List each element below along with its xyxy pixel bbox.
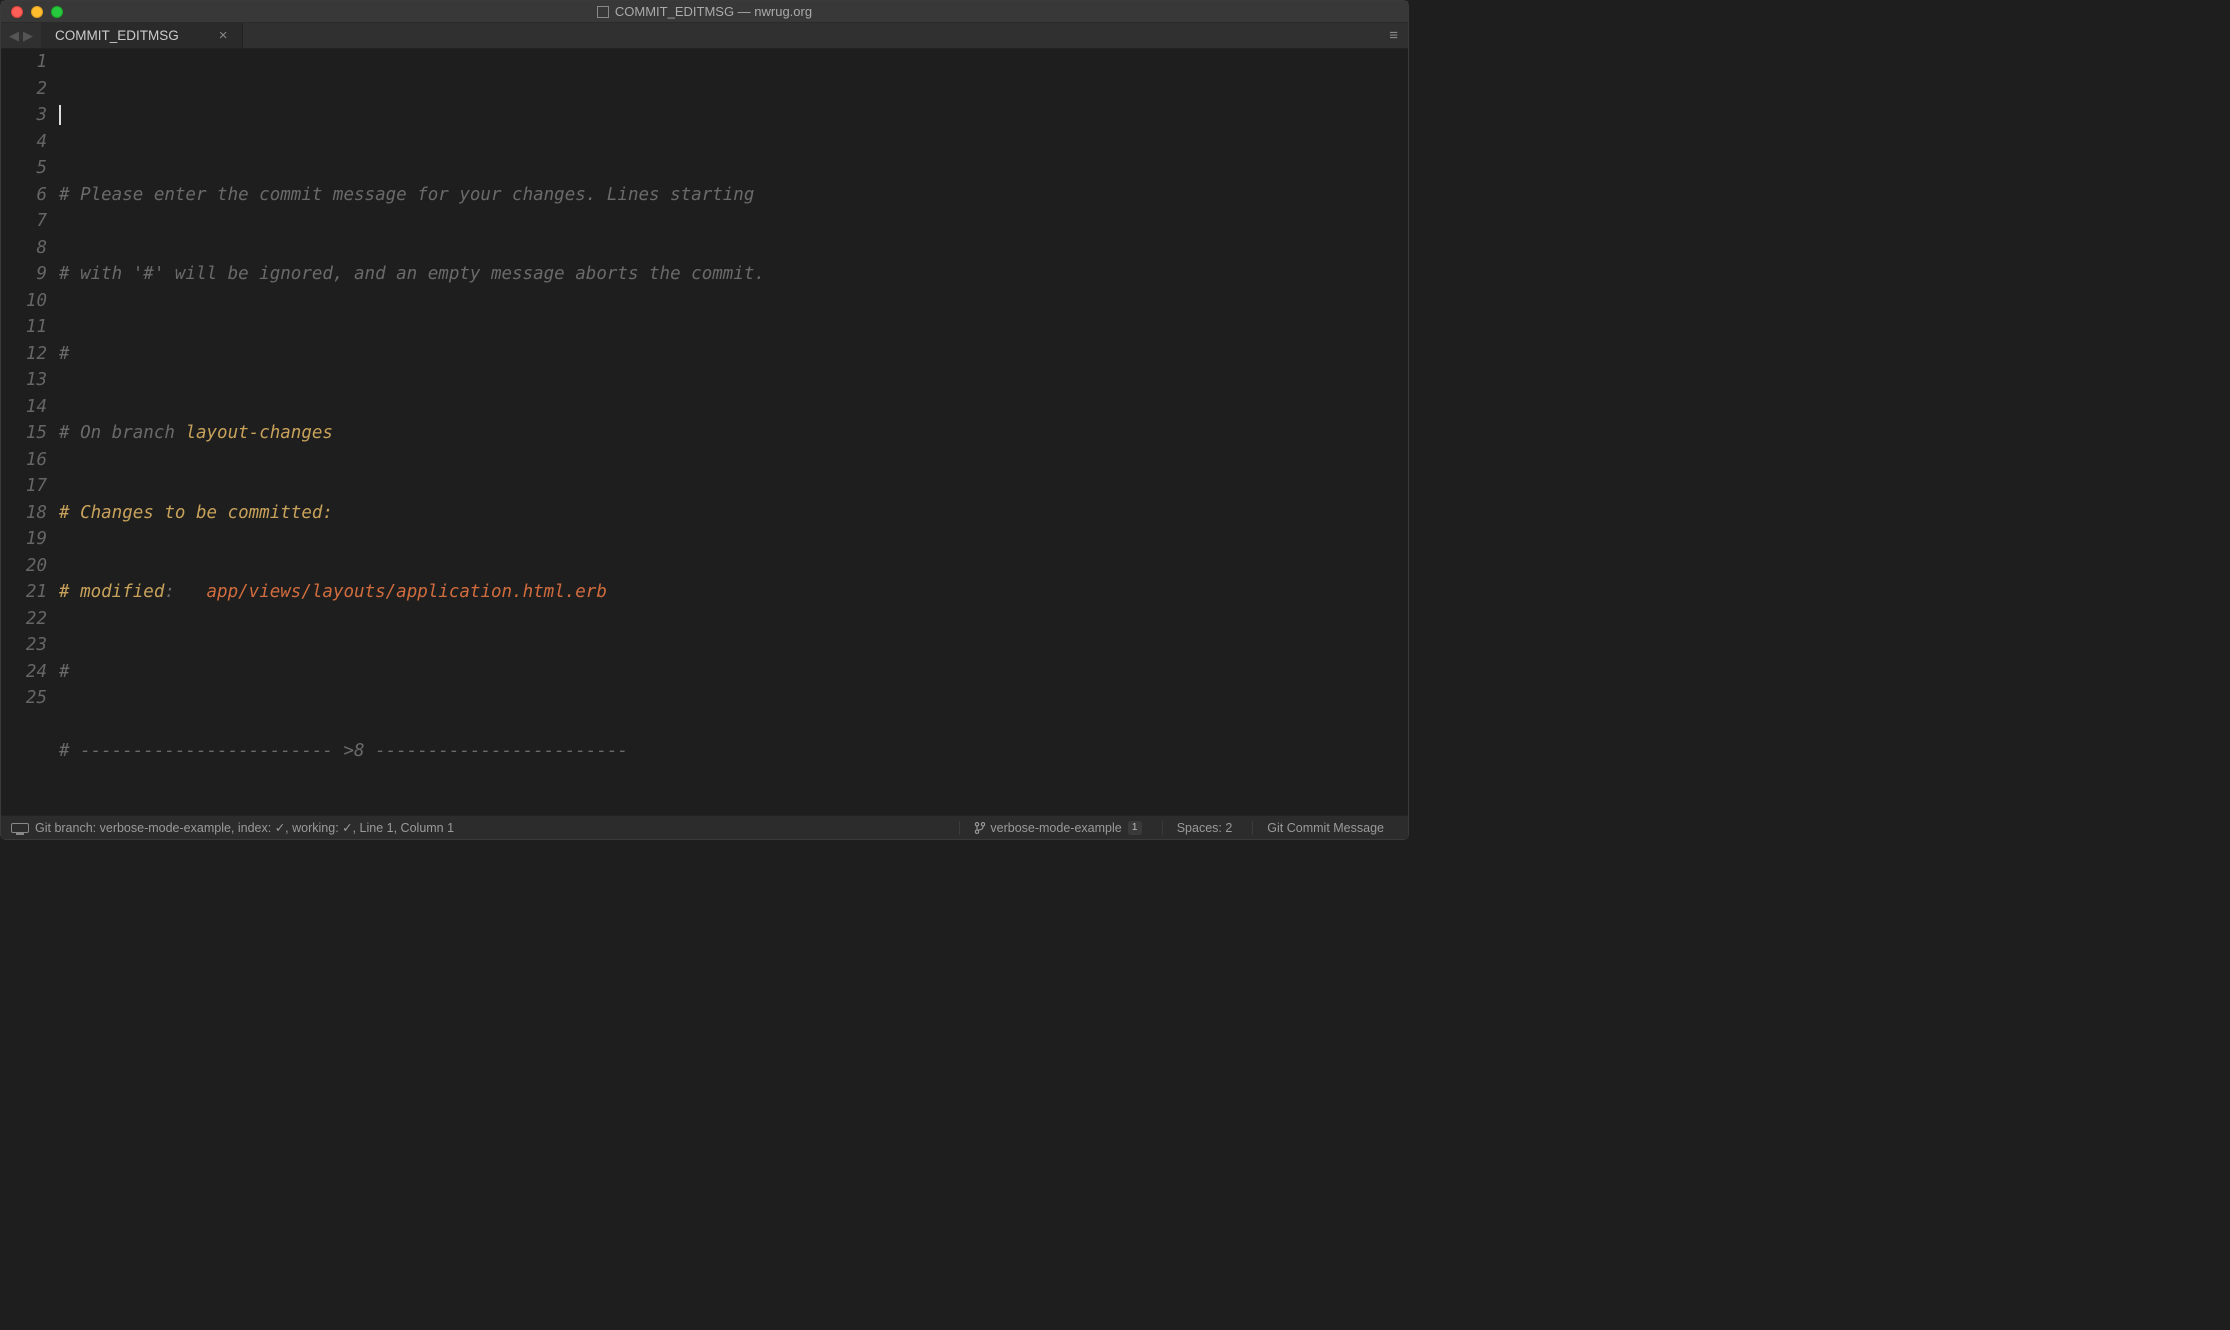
code-line: # Please enter the commit message for yo…: [59, 185, 754, 205]
editor-area[interactable]: 12345 678910 1112131415 1617181920 21222…: [1, 49, 1408, 815]
status-branch[interactable]: verbose-mode-example 1: [959, 821, 1155, 835]
code-line: layout-changes: [185, 423, 333, 443]
tab-nav-buttons: ◀ ▶: [1, 23, 41, 48]
tab-label: COMMIT_EDITMSG: [55, 28, 179, 43]
code-line: # ------------------------ >8 ----------…: [59, 741, 628, 761]
nav-forward-icon[interactable]: ▶: [23, 28, 33, 44]
status-left[interactable]: Git branch: verbose-mode-example, index:…: [35, 820, 454, 835]
git-branch-icon: [974, 821, 986, 835]
status-spaces[interactable]: Spaces: 2: [1162, 821, 1247, 835]
status-language[interactable]: Git Commit Message: [1252, 821, 1398, 835]
code-line: #: [59, 344, 70, 364]
code-line: # Changes to be committed:: [59, 503, 333, 523]
status-branch-name: verbose-mode-example: [990, 821, 1121, 835]
nav-back-icon[interactable]: ◀: [9, 28, 19, 44]
code-line: app/views/layouts/application.html.erb: [207, 582, 607, 602]
tab-close-icon[interactable]: ×: [219, 27, 228, 44]
status-bar: Git branch: verbose-mode-example, index:…: [1, 815, 1408, 839]
tab-commit-editmsg[interactable]: COMMIT_EDITMSG ×: [41, 23, 243, 48]
window-title-text: COMMIT_EDITMSG — nwrug.org: [615, 4, 812, 19]
document-icon: [597, 6, 609, 18]
code-line: # On branch: [59, 423, 185, 443]
code-line: # with '#' will be ignored, and an empty…: [59, 264, 765, 284]
titlebar: COMMIT_EDITMSG — nwrug.org: [1, 1, 1408, 23]
line-gutter: 12345 678910 1112131415 1617181920 21222…: [1, 49, 59, 815]
window-title: COMMIT_EDITMSG — nwrug.org: [1, 4, 1408, 19]
code-line: :: [164, 582, 206, 602]
code-line: # modified: [59, 582, 164, 602]
terminal-icon[interactable]: [11, 823, 29, 833]
status-branch-count: 1: [1128, 821, 1142, 835]
code-body[interactable]: # Please enter the commit message for yo…: [59, 49, 1408, 815]
cursor: [59, 105, 61, 125]
code-line: #: [59, 662, 70, 682]
menu-icon[interactable]: ≡: [1379, 23, 1408, 48]
tab-bar: ◀ ▶ COMMIT_EDITMSG × ≡: [1, 23, 1408, 49]
